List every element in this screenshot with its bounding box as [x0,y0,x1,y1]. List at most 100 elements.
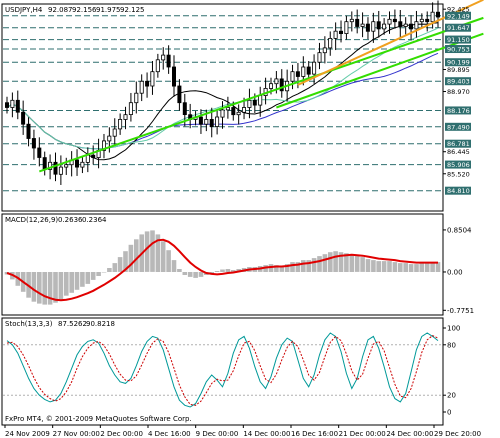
macd-histogram-bar [177,269,182,272]
candle-body [371,21,376,32]
candle-body [338,30,343,35]
price-tick-label: 91.647 [447,24,470,32]
macd-histogram-bar [85,272,91,284]
macd-histogram-bar [414,264,419,272]
macd-histogram-bar [419,263,425,272]
price-tick-label: 85.520 [447,170,470,178]
candle-body [430,11,435,23]
macd-histogram-bar [328,252,333,272]
macd-histogram-bar [322,254,328,272]
macd-histogram-bar [317,256,322,272]
candle-body [425,18,430,23]
candle-body [118,119,123,130]
price-tick-label: 90.753 [447,46,470,54]
candle-body [10,99,15,108]
macd-histogram-bar [187,272,193,277]
macd-histogram-bar [371,260,376,272]
macd-histogram-bar [182,272,188,275]
candle-body [349,18,354,23]
macd-histogram-bar [64,272,69,296]
candle-body [37,147,42,158]
candle-body [382,23,387,30]
candle-body [107,135,112,142]
candle-body [290,71,295,82]
stoch-tick-label: 0 [447,409,451,417]
candle-body [177,85,182,104]
stoch-header-main: 87.5262 [58,320,87,328]
time-tick-label: 4 Dec 16:00 [148,430,191,438]
macd-tick-label: 0.8504 [447,226,472,234]
price-tick-label: 87.490 [447,123,470,131]
candle-body [231,107,236,116]
candle-body [134,92,139,104]
candle-body [392,18,397,23]
candle-body [128,102,133,115]
candle-body [241,107,246,113]
macd-histogram-bar [301,260,306,272]
macd-histogram-bar [150,230,155,272]
time-tick-label: 9 Dec 00:00 [196,430,239,438]
price-header-high: 92.156 [72,6,97,14]
stoch-axis: 100 80 20 0 [443,325,460,417]
candle-body [215,116,220,127]
candle-body [258,95,263,106]
chart-canvas[interactable]: 92.42592.14991.64791.15090.75390.19989.8… [0,0,500,438]
candle-body [112,128,117,137]
macd-header-main: 0.2636 [58,216,83,224]
macd-histogram-bar [387,261,392,272]
candle-body [182,102,187,115]
macd-histogram-bar [403,263,408,272]
price-tick-label: 89.403 [447,78,470,86]
candle-body [91,154,96,158]
time-tick-label: 24 Nov 2009 [5,430,50,438]
macd-histogram-bar [69,272,74,293]
price-axis: 92.42592.14991.64791.15090.75390.19989.8… [443,6,471,195]
candle-body [301,66,306,77]
stoch-header-signal: 90.8218 [86,320,115,328]
candle-body [85,154,90,163]
price-tick-label: 84.810 [447,187,470,195]
candle-body [198,116,203,125]
macd-histogram-bar [47,272,53,305]
macd-histogram-bar [112,263,118,272]
price-header-close: 92.125 [120,6,145,14]
macd-histogram-bar [360,257,365,272]
macd-histogram-bar [365,259,371,272]
candle-body [355,18,360,27]
macd-histogram-bar [408,264,414,272]
stoch-tick-label: 100 [447,325,460,333]
candle-body [408,23,413,30]
candle-body [403,23,408,27]
time-tick-label: 29 Dec 20:00 [434,430,481,438]
macd-histogram-bar [101,272,107,273]
candle-body [344,21,349,35]
macd-histogram-bar [134,239,139,272]
macd-header-title: MACD(12,26,9) [5,216,58,224]
macd-histogram-bar [349,254,355,272]
time-tick-label: 16 Dec 16:00 [291,430,338,438]
time-axis: 24 Nov 2009 27 Nov 00:00 2 Dec 00:00 4 Dec … [4,425,481,438]
candle-body [236,111,241,116]
macd-histogram-bar [160,241,166,272]
price-tick-label: 88.970 [447,88,470,96]
candle-body [306,66,311,75]
candle-body [31,138,36,149]
candle-body [225,107,230,111]
stoch-header-title: Stoch(13,3,3) [5,320,53,328]
stoch-pane[interactable] [1,317,444,426]
macd-histogram-bar [214,271,220,272]
candle-body [58,166,63,175]
macd-histogram-bar [424,263,430,272]
macd-histogram-bar [31,272,37,302]
macd-histogram-bar [74,272,80,290]
macd-histogram-bar [96,272,101,276]
macd-histogram-bar [193,272,198,278]
price-header-low: 91.975 [96,6,121,14]
candle-body [204,119,209,125]
price-tick-label: 89.895 [447,66,470,74]
macd-histogram-bar [53,272,58,303]
candle-body [123,114,128,120]
macd-histogram-bar [220,269,225,272]
candle-body [155,59,160,73]
macd-histogram-bar [80,272,85,287]
